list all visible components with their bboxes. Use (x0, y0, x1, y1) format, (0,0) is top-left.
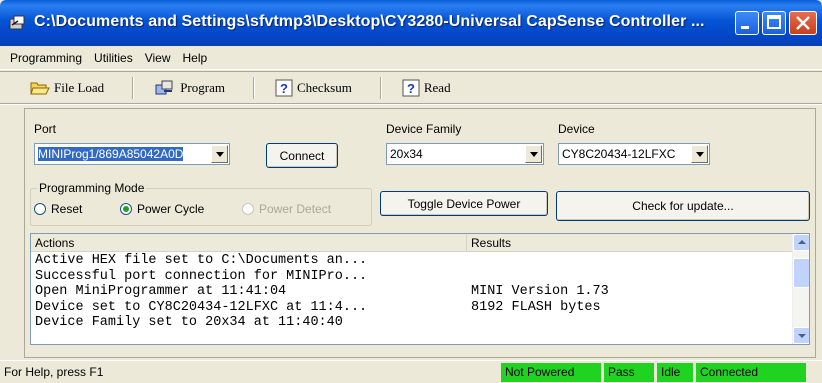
chevron-down-icon[interactable] (691, 145, 708, 163)
radio-power-detect-indicator (242, 203, 254, 215)
scroll-thumb[interactable] (793, 258, 809, 288)
close-icon (796, 16, 810, 30)
radio-power-cycle-indicator (120, 203, 132, 215)
program-icon (155, 80, 173, 95)
radio-reset[interactable]: Reset (34, 202, 82, 216)
window-title: C:\Documents and Settings\sfvtmp3\Deskto… (34, 13, 705, 30)
log-scrollbar[interactable] (792, 234, 809, 344)
log-action: Open MiniProgrammer at 11:41:04 (35, 284, 287, 299)
maximize-icon (767, 15, 781, 29)
radio-power-detect-label: Power Detect (259, 202, 332, 216)
minimize-button[interactable] (735, 11, 759, 35)
column-actions[interactable]: Actions (31, 234, 467, 252)
status-help-text: For Help, press F1 (4, 365, 104, 379)
device-value: CY8C20434-12LFXC (562, 147, 676, 161)
close-button[interactable] (789, 11, 817, 35)
toolbar-separator (379, 77, 382, 99)
menu-programming[interactable]: Programming (4, 51, 88, 65)
question-icon: ? (402, 79, 420, 97)
toolbar: File Load Program ? Checksum ? Read (0, 71, 822, 105)
checksum-label: Checksum (296, 80, 352, 95)
minimize-icon (741, 26, 749, 29)
title-bar[interactable]: C:\Documents and Settings\sfvtmp3\Deskto… (0, 0, 822, 46)
app-icon (9, 15, 25, 30)
log-list[interactable]: Actions Results Active HEX file set to C… (30, 233, 810, 345)
device-family-select[interactable]: 20x34 (386, 143, 544, 165)
chevron-down-icon[interactable] (211, 145, 228, 163)
log-result: 8192 FLASH bytes (471, 299, 601, 315)
state-status: Idle (657, 363, 693, 382)
toolbar-separator (252, 77, 255, 99)
menu-help[interactable]: Help (177, 51, 214, 65)
file-load-label: File Load (54, 80, 105, 95)
radio-reset-label: Reset (51, 202, 83, 216)
column-results[interactable]: Results (467, 234, 793, 252)
checksum-button[interactable]: ? Checksum (275, 76, 352, 100)
maximize-button[interactable] (762, 11, 786, 35)
log-rows: Active HEX file set to C:\Documents an..… (31, 253, 793, 331)
log-row[interactable]: Successful port connection for MINIPro..… (31, 269, 793, 285)
toolbar-separator (132, 77, 135, 99)
device-family-value: 20x34 (390, 147, 423, 161)
port-select[interactable]: MINIProg1/869A85042A0D (34, 143, 230, 165)
file-load-button[interactable]: File Load (30, 76, 104, 100)
svg-text:?: ? (280, 81, 288, 96)
menu-view[interactable]: View (139, 51, 177, 65)
log-action: Active HEX file set to C:\Documents an..… (35, 253, 368, 268)
read-label: Read (423, 80, 451, 95)
radio-power-cycle-label: Power Cycle (137, 202, 205, 216)
device-family-label: Device Family (386, 122, 462, 136)
folder-open-icon (30, 82, 50, 95)
log-row[interactable]: Device set to CY8C20434-12LFXC at 11:4..… (31, 300, 793, 316)
toggle-power-button[interactable]: Toggle Device Power (380, 191, 548, 216)
log-action: Device Family set to 20x34 at 11:40:40 (35, 315, 343, 330)
chevron-down-icon[interactable] (525, 145, 542, 163)
scroll-up-icon[interactable] (793, 234, 809, 251)
menu-bar: Programming Utilities View Help (0, 46, 822, 70)
log-result: MINI Version 1.73 (471, 284, 609, 299)
program-button[interactable]: Program (154, 76, 225, 100)
log-row[interactable]: Device Family set to 20x34 at 11:40:40 (31, 315, 793, 331)
log-action: Successful port connection for MINIPro..… (35, 268, 368, 284)
scroll-down-icon[interactable] (793, 327, 809, 344)
status-bar: For Help, press F1 Not Powered Pass Idle… (0, 360, 822, 383)
radio-power-detect: Power Detect (242, 202, 331, 216)
port-value: MINIProg1/869A85042A0D (38, 147, 184, 161)
power-status: Not Powered (501, 363, 601, 382)
connect-button[interactable]: Connect (266, 143, 338, 168)
program-label: Program (180, 80, 225, 95)
log-header: Actions Results (31, 234, 793, 252)
connection-status: Connected (696, 363, 806, 382)
svg-text:?: ? (407, 81, 415, 96)
question-icon: ? (275, 79, 293, 97)
log-row[interactable]: Active HEX file set to C:\Documents an..… (31, 253, 793, 269)
programming-mode-title: Programming Mode (37, 181, 147, 195)
device-label: Device (558, 122, 595, 136)
radio-power-cycle[interactable]: Power Cycle (120, 202, 204, 216)
menu-utilities[interactable]: Utilities (88, 51, 139, 65)
check-update-button[interactable]: Check for update... (556, 191, 810, 221)
log-action: Device set to CY8C20434-12LFXC at 11:4..… (35, 299, 368, 315)
log-row[interactable]: Open MiniProgrammer at 11:41:04 MINI Ver… (31, 284, 793, 300)
read-button[interactable]: ? Read (402, 76, 451, 100)
device-select[interactable]: CY8C20434-12LFXC (558, 143, 710, 165)
result-status: Pass (604, 363, 654, 382)
port-label: Port (34, 122, 57, 136)
radio-reset-indicator (34, 203, 46, 215)
